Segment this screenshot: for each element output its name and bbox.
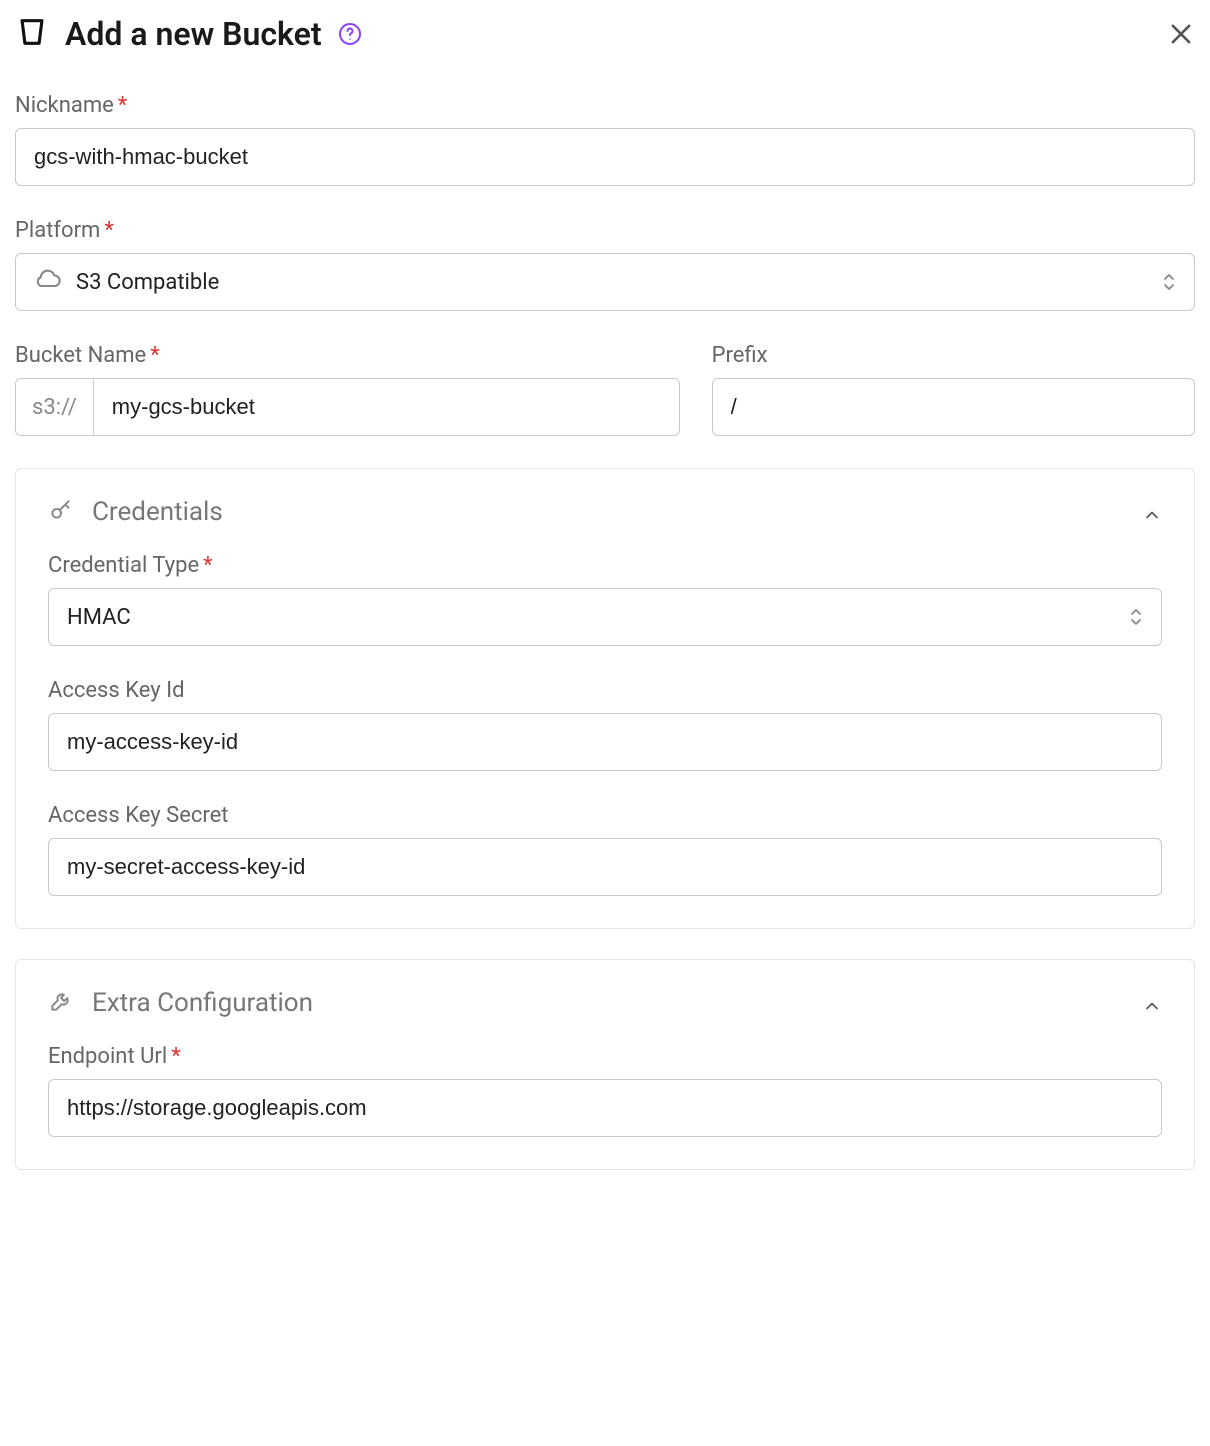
prefix-input[interactable] — [712, 378, 1195, 436]
wrench-icon — [48, 988, 74, 1018]
prefix-field: Prefix — [712, 343, 1195, 436]
credentials-panel: Credentials Credential Type* HMAC — [15, 468, 1195, 929]
platform-select-wrap: S3 Compatible — [15, 253, 1195, 311]
credential-type-label: Credential Type* — [48, 553, 1162, 578]
required-asterisk: * — [150, 343, 159, 368]
prefix-label: Prefix — [712, 343, 1195, 368]
extra-config-panel: Extra Configuration Endpoint Url* — [15, 959, 1195, 1170]
credentials-panel-title: Credentials — [92, 497, 223, 527]
bucket-name-group: s3:// — [15, 378, 680, 436]
credential-type-label-text: Credential Type — [48, 553, 199, 578]
bucket-name-label: Bucket Name* — [15, 343, 680, 368]
cloud-icon — [34, 265, 62, 299]
access-key-secret-field: Access Key Secret — [48, 803, 1162, 896]
platform-select[interactable]: S3 Compatible — [15, 253, 1195, 311]
required-asterisk: * — [171, 1044, 180, 1069]
platform-label: Platform* — [15, 218, 1195, 243]
bucket-prefix-row: Bucket Name* s3:// Prefix — [15, 343, 1195, 436]
required-asterisk: * — [118, 93, 127, 118]
platform-label-text: Platform — [15, 218, 100, 243]
extra-config-panel-title: Extra Configuration — [92, 988, 313, 1018]
credential-type-select[interactable]: HMAC — [48, 588, 1162, 646]
required-asterisk: * — [104, 218, 113, 243]
chevron-up-down-icon — [1161, 272, 1177, 292]
credential-type-value: HMAC — [67, 605, 131, 630]
access-key-secret-input[interactable] — [48, 838, 1162, 896]
bucket-icon — [15, 15, 49, 53]
endpoint-url-label: Endpoint Url* — [48, 1044, 1162, 1069]
nickname-label-text: Nickname — [15, 93, 114, 118]
bucket-name-label-text: Bucket Name — [15, 343, 146, 368]
access-key-id-field: Access Key Id — [48, 678, 1162, 771]
bucket-scheme-addon: s3:// — [15, 378, 93, 436]
bucket-name-field: Bucket Name* s3:// — [15, 343, 680, 436]
chevron-up-down-icon — [1128, 607, 1144, 627]
help-icon[interactable] — [338, 22, 362, 46]
close-icon[interactable] — [1167, 20, 1195, 48]
platform-field: Platform* S3 Compatible — [15, 218, 1195, 311]
bucket-name-input[interactable] — [93, 378, 680, 436]
credentials-panel-header[interactable]: Credentials — [48, 497, 1162, 527]
chevron-up-icon — [1142, 996, 1162, 1020]
access-key-id-input[interactable] — [48, 713, 1162, 771]
endpoint-url-field: Endpoint Url* — [48, 1044, 1162, 1137]
nickname-field: Nickname* — [15, 93, 1195, 186]
credential-type-field: Credential Type* HMAC — [48, 553, 1162, 646]
dialog-header: Add a new Bucket — [15, 15, 1195, 53]
access-key-id-label: Access Key Id — [48, 678, 1162, 703]
page-title: Add a new Bucket — [65, 15, 322, 53]
endpoint-url-label-text: Endpoint Url — [48, 1044, 167, 1069]
chevron-up-icon — [1142, 505, 1162, 529]
access-key-secret-label: Access Key Secret — [48, 803, 1162, 828]
endpoint-url-input[interactable] — [48, 1079, 1162, 1137]
extra-config-panel-header[interactable]: Extra Configuration — [48, 988, 1162, 1018]
credential-type-select-wrap: HMAC — [48, 588, 1162, 646]
nickname-input[interactable] — [15, 128, 1195, 186]
platform-value: S3 Compatible — [76, 270, 219, 295]
required-asterisk: * — [203, 553, 212, 578]
nickname-label: Nickname* — [15, 93, 1195, 118]
header-left: Add a new Bucket — [15, 15, 362, 53]
key-icon — [48, 497, 74, 527]
